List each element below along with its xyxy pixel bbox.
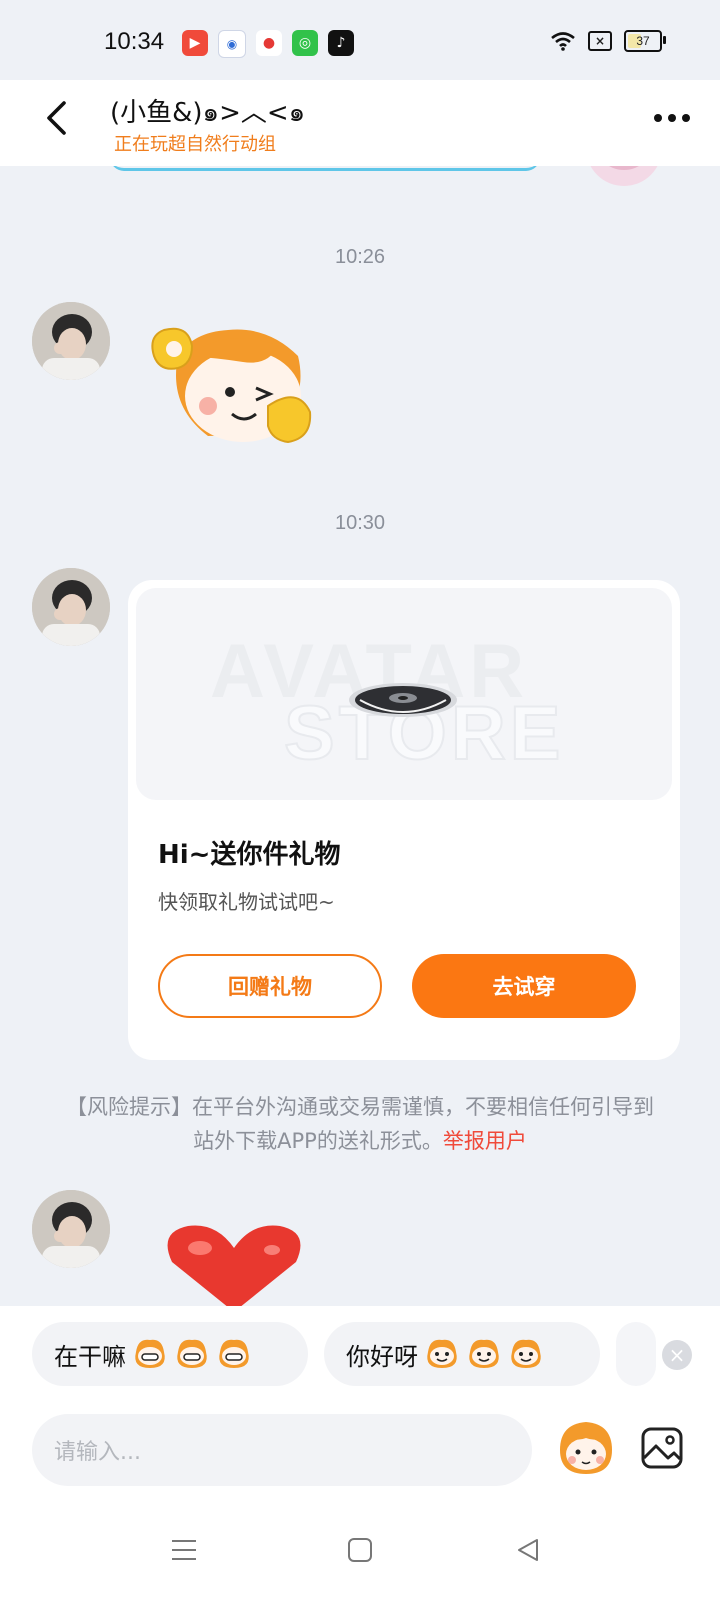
quick-reply-chip[interactable]: 在干嘛 [32, 1322, 308, 1386]
notification-app-icons: ▶ ◉ ● ◎ ♪ [182, 30, 354, 58]
back-triangle-icon [518, 1539, 538, 1561]
close-quick-replies-button[interactable]: × [662, 1340, 692, 1370]
monkey-grin-emoji [177, 1339, 207, 1368]
more-dot-icon [654, 114, 662, 122]
more-options-button[interactable] [654, 114, 690, 122]
report-user-link[interactable]: 举报用户 [443, 1129, 527, 1153]
more-dot-icon [682, 114, 690, 122]
chat-header: (小鱼&)๑>︿<๑ 正在玩超自然行动组 [0, 80, 720, 166]
heart-sticker-image [167, 1225, 301, 1306]
message-input-placeholder: 请输入... [54, 1440, 141, 1465]
image-icon [641, 1427, 683, 1469]
try-on-button[interactable]: 去试穿 [412, 954, 636, 1018]
quick-reply-text: 在干嘛 [54, 1342, 126, 1371]
close-icon: × [668, 1343, 686, 1367]
monkey-face-icon [560, 1422, 612, 1474]
monkey-smile-emoji [427, 1339, 457, 1368]
monkey-ok-wink-sticker[interactable] [148, 316, 316, 455]
chat-message-list[interactable]: 10:26 10:30 AVATAR STORE Hi~送你件礼物 快领取礼物试… [0, 166, 720, 1306]
chevron-left-icon [47, 101, 66, 135]
system-nav-bar [0, 1500, 720, 1600]
gift-item-image [349, 683, 457, 717]
emoji-row [132, 1338, 252, 1370]
monkey-smile-emoji [469, 1339, 499, 1368]
my-avatar[interactable] [586, 166, 662, 186]
gift-message-card[interactable]: AVATAR STORE Hi~送你件礼物 快领取礼物试试吧~ 回赠礼物 去试穿 [128, 580, 680, 1060]
status-bar: 10:34 ▶ ◉ ● ◎ ♪ × 37 [0, 0, 720, 88]
avatar-image [32, 1190, 110, 1268]
message-timestamp: 10:30 [334, 512, 386, 534]
contact-avatar[interactable] [32, 1190, 110, 1268]
gift-description: 快领取礼物试试吧~ [158, 890, 335, 914]
green-app-icon: ◎ [292, 30, 318, 56]
avatar-image [609, 166, 639, 170]
risk-warning-text: 【风险提示】在平台外沟通或交易需谨慎，不要相信任何引导到站外下载APP的送礼形式… [66, 1095, 654, 1153]
wifi-icon [551, 32, 575, 51]
monkey-sticker-image [151, 327, 312, 444]
status-indicators: × 37 [550, 30, 666, 52]
tiktok-icon: ♪ [328, 30, 354, 56]
chat-contact-status: 正在玩超自然行动组 [114, 134, 276, 155]
battery-level-text: 37 [636, 34, 650, 48]
contact-avatar[interactable] [32, 302, 110, 380]
monkey-grin-emoji [135, 1339, 165, 1368]
avatar-image [32, 302, 110, 380]
monkey-grin-emoji [219, 1339, 249, 1368]
message-timestamp: 10:26 [334, 246, 386, 268]
risk-warning: 【风险提示】在平台外沟通或交易需谨慎，不要相信任何引导到站外下载APP的送礼形式… [60, 1090, 660, 1158]
image-picker-button[interactable] [640, 1426, 684, 1470]
gift-banner[interactable]: AVATAR STORE [136, 588, 672, 800]
quick-reply-chip-partial[interactable] [616, 1322, 656, 1386]
avatar-image [32, 568, 110, 646]
gift-title: Hi~送你件礼物 [158, 840, 341, 870]
return-gift-button[interactable]: 回赠礼物 [158, 954, 382, 1018]
baidu-map-icon: ◉ [218, 30, 246, 58]
video-app-icon: ▶ [182, 30, 208, 56]
nav-home-button[interactable] [340, 1530, 380, 1570]
nav-back-button[interactable] [508, 1530, 548, 1570]
menu-icon [172, 1540, 196, 1560]
emoji-row [424, 1338, 544, 1370]
sim-off-icon: × [588, 31, 612, 51]
back-button[interactable] [36, 98, 76, 138]
message-input[interactable]: 请输入... [32, 1414, 532, 1486]
status-time: 10:34 [104, 28, 165, 55]
quick-reply-text: 你好呀 [346, 1342, 418, 1371]
home-square-icon [348, 1538, 372, 1562]
chat-contact-name[interactable]: (小鱼&)๑>︿<๑ [110, 92, 305, 133]
quick-reply-chip[interactable]: 你好呀 [324, 1322, 600, 1386]
more-dot-icon [668, 114, 676, 122]
nav-menu-button[interactable] [164, 1530, 204, 1570]
battery-icon: 37 [624, 30, 666, 52]
previous-message-edge [110, 166, 540, 171]
red-heart-sticker[interactable] [164, 1222, 304, 1306]
location-app-icon: ● [256, 30, 282, 56]
monkey-smile-emoji [511, 1339, 541, 1368]
contact-avatar[interactable] [32, 568, 110, 646]
sticker-button[interactable] [556, 1416, 616, 1478]
